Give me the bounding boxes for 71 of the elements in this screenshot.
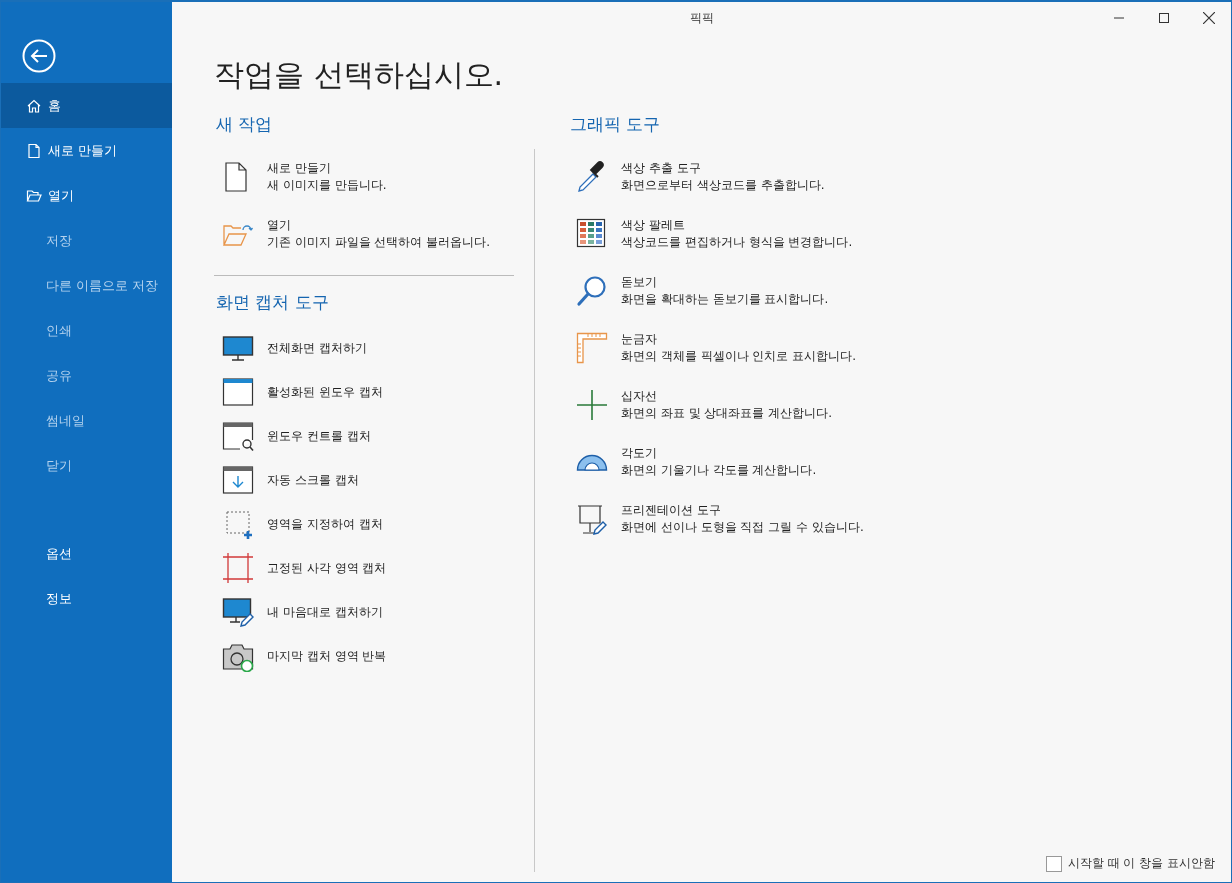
task-name: 전체화면 캡처하기 — [267, 339, 367, 357]
task-item[interactable]: 각도기 화면의 기울기나 각도를 계산합니다. — [568, 433, 1231, 490]
task-name: 내 마음대로 캡처하기 — [267, 603, 383, 621]
maximize-icon — [1158, 12, 1169, 23]
window-search-icon — [222, 420, 254, 452]
task-description: 화면에 선이나 도형을 직접 그릴 수 있습니다. — [621, 518, 864, 536]
section-heading: 그래픽 도구 — [569, 113, 662, 136]
whiteboard-icon — [576, 502, 608, 535]
task-name: 각도기 — [621, 444, 658, 462]
task-item[interactable]: 돋보기 화면을 확대하는 돋보기를 표시합니다. — [568, 262, 1231, 319]
crosshair-icon — [576, 388, 608, 421]
task-description: 새 이미지를 만듭니다. — [267, 176, 387, 194]
back-button[interactable] — [22, 39, 56, 73]
magnifier-icon — [576, 274, 608, 307]
task-description: 화면의 기울기나 각도를 계산합니다. — [621, 461, 817, 479]
sidebar-item[interactable]: 옵션 — [1, 531, 172, 576]
task-item[interactable]: 눈금자 화면의 객체를 픽셀이나 인치로 표시합니다. — [568, 319, 1231, 376]
task-description: 화면의 좌표 및 상대좌표를 계산합니다. — [621, 404, 833, 422]
task-name: 자동 스크롤 캡처 — [267, 471, 359, 489]
task-description: 기존 이미지 파일을 선택하여 불러옵니다. — [267, 233, 491, 251]
task-name: 색상 추출 도구 — [621, 159, 702, 177]
task-name: 활성화된 윈도우 캡처 — [267, 383, 383, 401]
task-item[interactable]: 십자선 화면의 좌표 및 상대좌표를 계산합니다. — [568, 376, 1231, 433]
checkbox[interactable] — [1045, 855, 1062, 872]
task-item[interactable]: 열기 기존 이미지 파일을 선택하여 불러옵니다. — [214, 205, 514, 262]
minimize-icon — [1113, 16, 1124, 19]
task-name: 윈도우 컨트롤 캡처 — [267, 427, 371, 445]
task-item[interactable]: 색상 추출 도구 화면으로부터 색상코드를 추출합니다. — [568, 148, 1231, 205]
task-item[interactable]: 색상 팔레트 색상코드를 편집하거나 형식을 변경합니다. — [568, 205, 1231, 262]
task-item[interactable]: 자동 스크롤 캡처 — [214, 458, 514, 502]
folder-icon — [26, 187, 42, 204]
palette-icon — [576, 217, 608, 250]
task-name: 고정된 사각 영역 캡처 — [267, 559, 387, 577]
task-item[interactable]: 프리젠테이션 도구 화면에 선이나 도형을 직접 그릴 수 있습니다. — [568, 490, 1231, 547]
section-heading: 새 작업 — [215, 113, 274, 136]
sidebar-item[interactable]: 홈 — [1, 83, 172, 128]
sidebar-item[interactable]: 열기 — [1, 173, 172, 218]
task-description: 색상코드를 편집하거나 형식을 변경합니다. — [621, 233, 853, 251]
section-heading: 화면 캡처 도구 — [215, 291, 330, 314]
task-item[interactable]: 고정된 사각 영역 캡처 — [214, 546, 514, 590]
task-name: 영역을 지정하여 캡처 — [267, 515, 383, 533]
task-description: 화면의 객체를 픽셀이나 인치로 표시합니다. — [621, 347, 857, 365]
task-name: 눈금자 — [621, 330, 658, 348]
ruler-icon — [576, 331, 608, 364]
checkbox-label: 시작할 때 이 창을 표시안함 — [1067, 855, 1215, 872]
task-description: 화면을 확대하는 돋보기를 표시합니다. — [621, 290, 829, 308]
page-heading: 작업을 선택하십시오. — [214, 56, 505, 94]
task-name: 십자선 — [621, 387, 658, 405]
task-name: 열기 — [267, 216, 292, 234]
task-item[interactable]: 전체화면 캡처하기 — [214, 326, 514, 370]
crop-frame-icon — [222, 552, 254, 584]
home-icon — [26, 97, 42, 114]
sidebar-item[interactable]: 정보 — [1, 576, 172, 621]
task-item[interactable]: 활성화된 윈도우 캡처 — [214, 370, 514, 414]
sidebar-item[interactable]: 새로 만들기 — [1, 128, 172, 173]
window-title: 픽픽 — [689, 10, 714, 27]
document-icon — [26, 142, 42, 159]
task-name: 색상 팔레트 — [621, 216, 686, 234]
task-item[interactable]: 마지막 캡처 영역 반복 — [214, 634, 514, 678]
task-description: 화면으로부터 색상코드를 추출합니다. — [621, 176, 825, 194]
task-item[interactable]: 윈도우 컨트롤 캡처 — [214, 414, 514, 458]
window-icon — [222, 376, 254, 408]
task-item[interactable]: 새로 만들기 새 이미지를 만듭니다. — [214, 148, 514, 205]
task-name: 새로 만들기 — [267, 159, 332, 177]
monitor-pen-icon — [222, 596, 254, 628]
task-name: 돋보기 — [621, 273, 658, 291]
task-name: 프리젠테이션 도구 — [621, 501, 722, 519]
task-name: 마지막 캡처 영역 반복 — [267, 647, 387, 665]
close-icon — [1202, 11, 1215, 24]
task-item[interactable]: 영역을 지정하여 캡처 — [214, 502, 514, 546]
task-item[interactable]: 내 마음대로 캡처하기 — [214, 590, 514, 634]
